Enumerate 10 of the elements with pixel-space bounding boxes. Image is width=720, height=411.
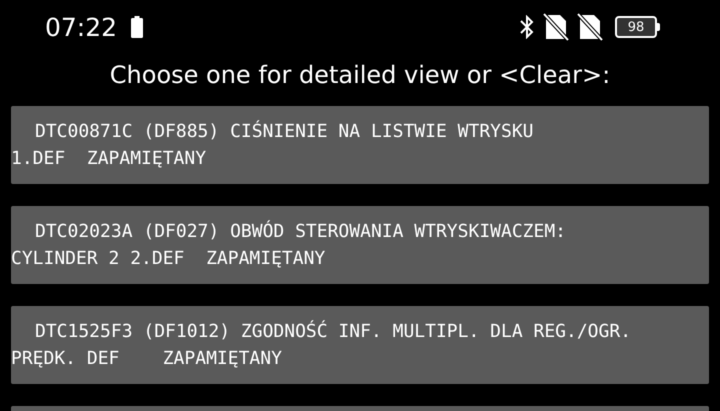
prompt-text: Choose one for detailed view or <Clear>: [108,60,612,91]
fault-code-button[interactable]: DTC02023A (DF027) OBWÓD STEROWANIA WTRYSKIWACZEM: CYLINDER 2 2.DEF ZAPAMIĘTANY [11,206,709,284]
bluetooth-icon [519,15,535,39]
no-sim-icon [543,13,569,41]
fault-code-button[interactable]: DTC1525F3 (DF1012) ZGODNOŚĆ INF. MULTIPL. DLA REG./OGR. PRĘDK. DEF ZAPAMIĘTANY [11,306,709,384]
battery-icon [131,16,144,38]
status-time: 07:22 [45,12,118,42]
no-sim-icon [577,13,603,41]
battery-indicator: 98 [615,16,660,38]
fault-code-button[interactable]: DTC00871C (DF885) CIŚNIENIE NA LISTWIE WTRYSKU 1.DEF ZAPAMIĘTANY [11,106,709,184]
